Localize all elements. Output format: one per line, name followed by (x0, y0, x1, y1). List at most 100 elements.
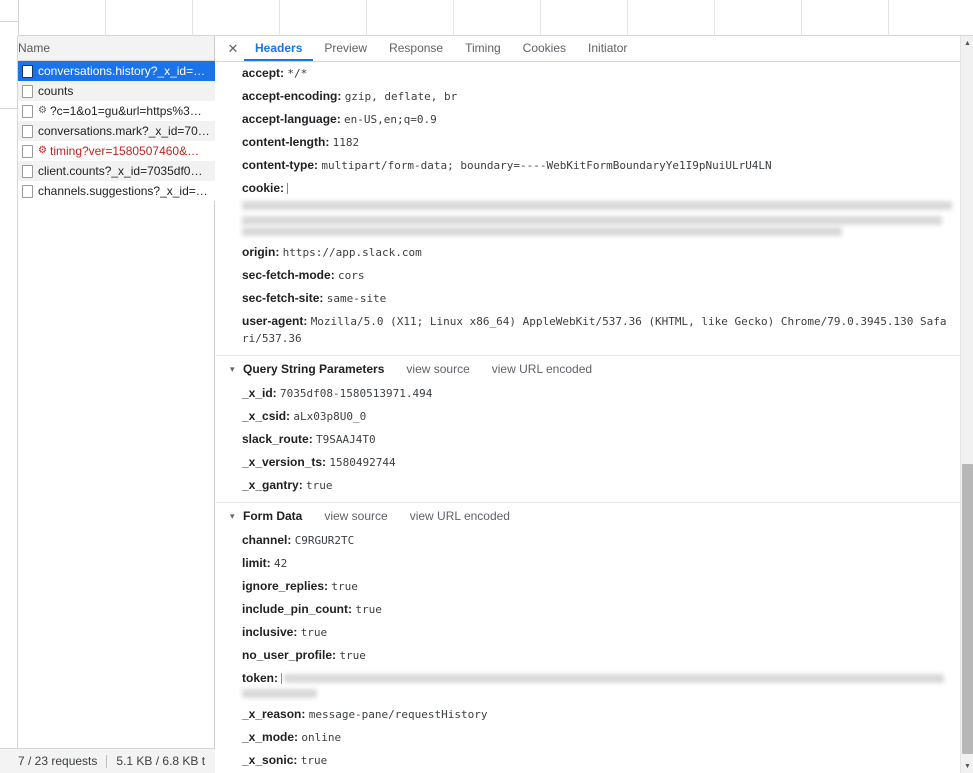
request-row[interactable]: ⚙ ?c=1&o1=gu&url=https%3… (18, 101, 215, 121)
column-header-name[interactable]: Name (18, 41, 50, 55)
request-header-value: same-site (326, 292, 387, 305)
overview-timeline-column (541, 0, 628, 36)
request-row[interactable]: channels.suggestions?_x_id=… (18, 181, 215, 201)
request-name-label: conversations.history?_x_id=… (38, 64, 206, 78)
form-param-value: message-pane/requestHistory (308, 708, 488, 721)
query-param-key: _x_version_ts: (242, 455, 330, 469)
tab-response[interactable]: Response (378, 36, 454, 61)
request-list-pane[interactable]: Name conversations.history?_x_id=…counts… (0, 36, 215, 773)
details-scroll-area[interactable]: accept: */* accept-encoding: gzip, deflat… (216, 62, 973, 773)
query-param-row: _x_csid: aLx03p8U0_0 (216, 405, 961, 428)
request-row[interactable]: client.counts?_x_id=7035df0… (18, 161, 215, 181)
form-param-value: C9RGUR2TC (294, 534, 355, 547)
request-list-left-gutter (0, 36, 18, 748)
form-param-key: ignore_replies: (242, 579, 332, 593)
query-string-section-header[interactable]: ▾ Query String Parameters view source vi… (216, 355, 961, 382)
request-header-key: user-agent: (242, 314, 311, 328)
query-string-section-title: Query String Parameters (243, 362, 385, 376)
form-param-key: limit: (242, 556, 274, 570)
scrollbar-thumb[interactable] (962, 464, 973, 754)
request-details-pane: ✕ Headers Preview Response Timing Cookies Ini… (216, 36, 973, 773)
form-param-key: _x_mode: (242, 730, 302, 744)
request-header-row: accept: */* (216, 62, 961, 85)
document-icon (22, 64, 33, 78)
overview-timeline-grid[interactable] (18, 0, 973, 36)
form-param-value: true (339, 649, 366, 662)
overview-timeline-column (106, 0, 193, 36)
form-param-row: limit: 42 (216, 552, 961, 575)
document-icon (22, 164, 33, 178)
scroll-up-arrow-icon[interactable]: ▲ (961, 36, 973, 50)
query-param-value: 7035df08-1580513971.494 (280, 387, 433, 400)
scroll-down-arrow-icon[interactable]: ▼ (961, 759, 973, 773)
document-icon (22, 184, 33, 198)
request-header-row: accept-encoding: gzip, deflate, br (216, 85, 961, 108)
request-name-label: client.counts?_x_id=7035df0… (38, 164, 203, 178)
request-header-row: cookie: (216, 177, 961, 241)
request-header-key: accept-encoding: (242, 89, 345, 103)
text-cursor-marker (287, 183, 289, 195)
request-header-key: cookie: (242, 181, 288, 195)
tab-initiator[interactable]: Initiator (577, 36, 638, 61)
form-param-row: _x_sonic: true (216, 749, 961, 772)
request-header-value: 1182 (332, 136, 360, 149)
document-icon (22, 84, 33, 98)
query-view-url-encoded-link[interactable]: view URL encoded (492, 362, 592, 376)
redacted-value-bar (242, 227, 842, 236)
request-header-value-redacted (242, 181, 952, 236)
form-view-source-link[interactable]: view source (324, 509, 387, 523)
query-param-key: _x_gantry: (242, 478, 307, 492)
request-name-label: timing?ver=1580507460&… (50, 144, 200, 158)
tab-preview[interactable]: Preview (313, 36, 378, 61)
query-view-source-link[interactable]: view source (406, 362, 469, 376)
form-param-value: true (300, 754, 328, 767)
query-param-value: T9SAAJ4T0 (316, 433, 376, 446)
request-header-key: sec-fetch-mode: (242, 268, 339, 282)
chevron-down-icon[interactable]: ▾ (230, 363, 241, 375)
query-string-params-list: _x_id: 7035df08-1580513971.494 _x_csid: a… (216, 382, 961, 497)
form-param-row: _x_mode: online (216, 726, 961, 749)
query-param-row: _x_id: 7035df08-1580513971.494 (216, 382, 961, 405)
request-row[interactable]: ⚙ timing?ver=1580507460&… (18, 141, 215, 161)
query-param-value: aLx03p8U0_0 (293, 410, 367, 423)
request-table-header[interactable]: Name (0, 36, 214, 61)
form-param-key: no_user_profile: (242, 648, 340, 662)
form-param-row: token: (216, 667, 961, 703)
details-tabbar[interactable]: ✕ Headers Preview Response Timing Cookies Ini… (216, 36, 973, 62)
request-header-key: accept-language: (242, 112, 345, 126)
request-row[interactable]: counts (18, 81, 215, 101)
tab-headers[interactable]: Headers (244, 36, 314, 61)
tab-timing[interactable]: Timing (454, 36, 512, 61)
overview-timeline-column (889, 0, 973, 36)
request-header-row: sec-fetch-mode: cors (216, 264, 961, 287)
query-param-key: _x_csid: (242, 409, 294, 423)
form-view-url-encoded-link[interactable]: view URL encoded (410, 509, 510, 523)
form-data-section-title: Form Data (243, 509, 303, 523)
details-tab-strip[interactable]: Headers Preview Response Timing Cookies Initi… (244, 36, 638, 61)
details-vertical-scrollbar[interactable]: ▲ ▼ (960, 36, 973, 773)
form-param-key: token: (242, 671, 282, 685)
form-param-key: channel: (242, 533, 295, 547)
form-data-section-header[interactable]: ▾ Form Data view source view URL encoded (216, 502, 961, 529)
network-overview-strip[interactable] (0, 0, 973, 36)
status-divider (106, 754, 108, 768)
request-header-value: https://app.slack.com (282, 246, 422, 259)
form-param-key: include_pin_count: (242, 602, 356, 616)
request-row[interactable]: conversations.mark?_x_id=70… (18, 121, 215, 141)
chevron-down-icon[interactable]: ▾ (230, 510, 241, 522)
devtools-network-panes: Name conversations.history?_x_id=…counts… (0, 36, 973, 773)
request-header-key: content-length: (242, 135, 333, 149)
query-param-key: slack_route: (242, 432, 317, 446)
request-header-row: origin: https://app.slack.com (216, 241, 961, 264)
status-transfer-size: 5.1 KB / 6.8 KB t (116, 754, 206, 768)
overview-timeline-column (802, 0, 889, 36)
request-row[interactable]: conversations.history?_x_id=… (18, 61, 215, 81)
tab-cookies[interactable]: Cookies (512, 36, 577, 61)
query-param-row: slack_route: T9SAAJ4T0 (216, 428, 961, 451)
request-rows[interactable]: conversations.history?_x_id=…counts ⚙ ?c=1… (18, 61, 215, 748)
overview-timeline-column (193, 0, 280, 36)
redacted-value-bar (242, 216, 942, 225)
request-header-key: content-type: (242, 158, 322, 172)
close-icon[interactable]: ✕ (222, 36, 244, 61)
request-header-value: multipart/form-data; boundary=----WebKit… (321, 159, 772, 172)
